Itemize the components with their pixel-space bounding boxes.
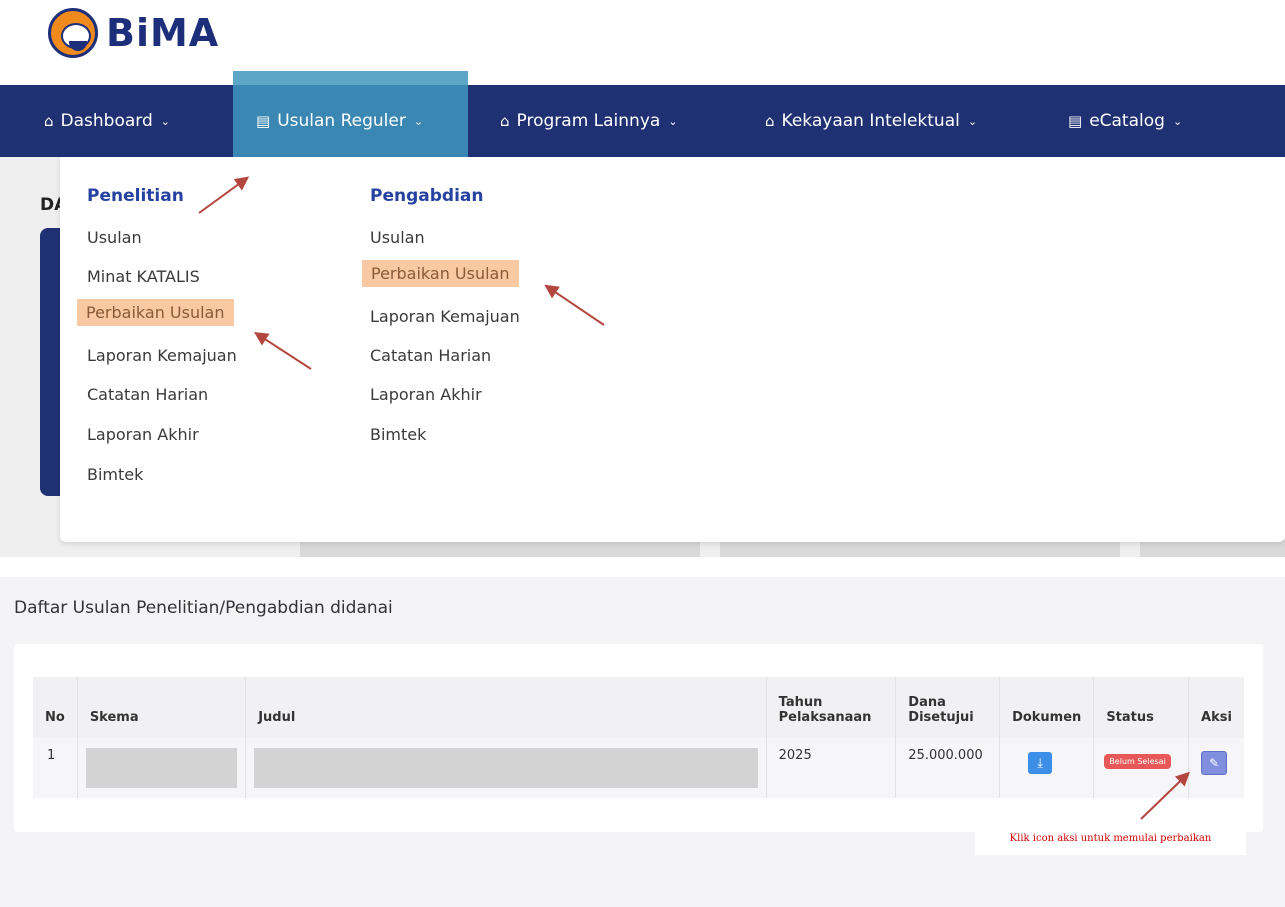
pengabdian-laporan-kemajuan-link[interactable]: Laporan Kemajuan — [370, 307, 520, 326]
table-row: 1 2025 25.000.000 ⤓ Belum Selesai ✎ — [33, 738, 1244, 798]
penelitian-catatan-harian-link[interactable]: Catatan Harian — [87, 385, 208, 404]
page-root: BiMA DA ⌂ Dashboard ⌄ ⌂ Program Lainnya … — [0, 0, 1285, 907]
pengabdian-perbaikan-usulan-link[interactable]: Perbaikan Usulan — [362, 260, 519, 287]
status-badge: Belum Selesai — [1104, 754, 1171, 769]
background-strip — [720, 540, 1120, 557]
home-icon: ⌂ — [500, 112, 510, 130]
edit-icon: ✎ — [1209, 756, 1220, 770]
chevron-down-icon: ⌄ — [160, 114, 170, 128]
cell-tahun: 2025 — [766, 738, 897, 798]
nav-usulan-reguler[interactable]: ▤ Usulan Reguler ⌄ — [256, 85, 423, 157]
redacted-judul — [254, 748, 758, 788]
bima-mascot-icon — [48, 8, 98, 58]
usulan-reguler-dropdown: Penelitian Usulan Minat KATALIS Perbaika… — [60, 157, 1285, 542]
proposals-table: No Skema Judul Tahun Pelaksanaan Dana Di… — [33, 677, 1244, 798]
penelitian-perbaikan-usulan-link[interactable]: Perbaikan Usulan — [77, 299, 234, 326]
cell-dana: 25.000.000 — [895, 738, 1001, 798]
pengabdian-catatan-harian-link[interactable]: Catatan Harian — [370, 346, 491, 365]
penelitian-minat-katalis-link[interactable]: Minat KATALIS — [87, 267, 200, 286]
cell-aksi: ✎ — [1188, 738, 1244, 798]
logo-text: BiMA — [106, 11, 220, 55]
penelitian-laporan-kemajuan-link[interactable]: Laporan Kemajuan — [87, 346, 237, 365]
download-button[interactable]: ⤓ — [1028, 752, 1053, 774]
col-tahun: Tahun Pelaksanaan — [766, 677, 897, 738]
pengabdian-usulan-link[interactable]: Usulan — [370, 228, 425, 247]
nav-label: eCatalog — [1089, 111, 1165, 131]
chevron-down-icon: ⌄ — [413, 114, 424, 128]
document-icon: ▤ — [256, 112, 271, 130]
table-header-row: No Skema Judul Tahun Pelaksanaan Dana Di… — [33, 677, 1244, 738]
col-judul: Judul — [245, 677, 767, 738]
col-status: Status — [1093, 677, 1190, 738]
chevron-down-icon: ⌄ — [967, 114, 978, 128]
penelitian-title: Penelitian — [87, 186, 184, 206]
col-dana: Dana Disetujui — [895, 677, 1001, 738]
home-icon: ⌂ — [44, 112, 54, 130]
nav-label: Dashboard — [60, 111, 153, 131]
background-strip — [1140, 540, 1285, 557]
nav-kekayaan-intelektual[interactable]: ⌂ Kekayaan Intelektual ⌄ — [765, 85, 977, 157]
pengabdian-laporan-akhir-link[interactable]: Laporan Akhir — [370, 385, 482, 404]
nav-program-lainnya[interactable]: ⌂ Program Lainnya ⌄ — [500, 85, 678, 157]
cell-status: Belum Selesai — [1093, 738, 1190, 798]
col-no: No — [33, 677, 78, 738]
pengabdian-bimtek-link[interactable]: Bimtek — [370, 425, 426, 444]
section-title: Daftar Usulan Penelitian/Pengabdian dida… — [14, 598, 393, 618]
main-navbar: ⌂ Dashboard ⌄ ⌂ Program Lainnya ⌄ ⌂ Keka… — [0, 85, 1285, 157]
cell-dokumen: ⤓ — [999, 738, 1095, 798]
cell-judul — [245, 738, 767, 798]
pengabdian-title: Pengabdian — [370, 186, 484, 206]
background-strip — [300, 540, 700, 557]
bima-logo[interactable]: BiMA — [48, 8, 219, 58]
chevron-down-icon: ⌄ — [1172, 114, 1183, 128]
cell-no: 1 — [33, 738, 78, 798]
chevron-down-icon: ⌄ — [668, 114, 678, 128]
annotation-note: Klik icon aksi untuk memulai perbaikan — [975, 826, 1246, 855]
penelitian-usulan-link[interactable]: Usulan — [87, 228, 142, 247]
nav-dashboard[interactable]: ⌂ Dashboard ⌄ — [44, 85, 170, 157]
col-skema: Skema — [77, 677, 247, 738]
col-dokumen: Dokumen — [999, 677, 1095, 738]
nav-label: Kekayaan Intelektual — [781, 111, 960, 131]
download-icon: ⤓ — [1037, 755, 1043, 771]
header: BiMA — [0, 0, 1285, 85]
nav-label: Program Lainnya — [516, 111, 661, 131]
document-icon: ▤ — [1068, 112, 1083, 130]
redacted-skema — [85, 748, 238, 788]
penelitian-laporan-akhir-link[interactable]: Laporan Akhir — [87, 425, 199, 444]
cell-skema — [77, 738, 247, 798]
nav-ecatalog[interactable]: ▤ eCatalog ⌄ — [1068, 85, 1182, 157]
edit-action-button[interactable]: ✎ — [1201, 751, 1228, 775]
nav-label: Usulan Reguler — [277, 111, 406, 131]
col-aksi: Aksi — [1188, 677, 1244, 738]
home-icon: ⌂ — [765, 112, 775, 130]
penelitian-bimtek-link[interactable]: Bimtek — [87, 465, 143, 484]
